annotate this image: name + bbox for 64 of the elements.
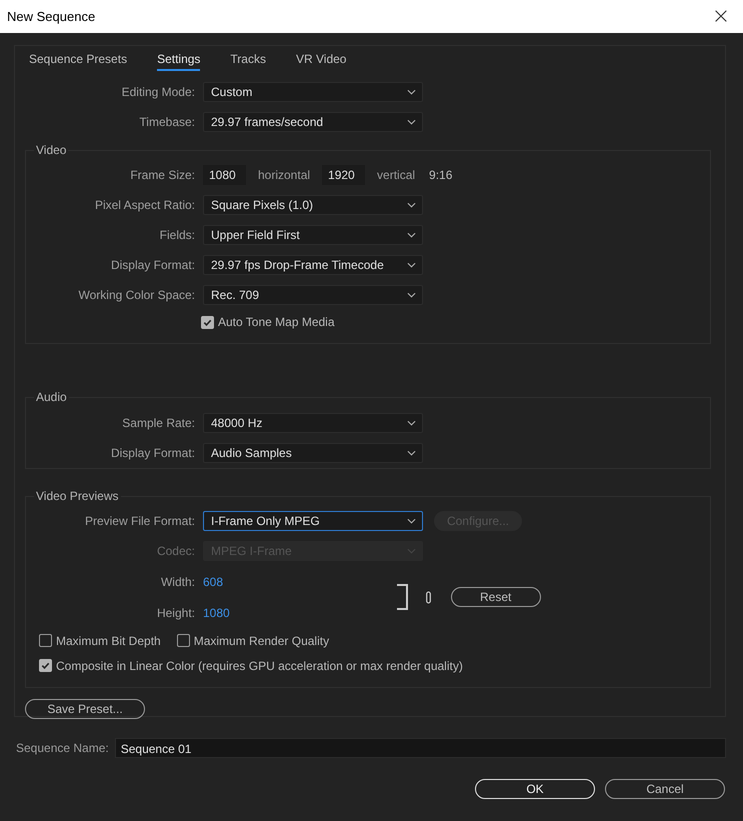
field-label: Working Color Space:	[78, 288, 196, 302]
dropdown[interactable]: 48000 Hz	[203, 413, 423, 433]
width-field[interactable]: 1080	[203, 165, 246, 185]
field-label: Fields:	[158, 228, 196, 242]
field-label: Codec:	[156, 544, 196, 558]
close-button[interactable]: ×	[699, 0, 743, 33]
field-label: Timebase:	[138, 115, 196, 129]
unit-label: horizontal	[258, 168, 310, 182]
dropdown[interactable]: 29.97 fps Drop-Frame Timecode	[203, 255, 423, 275]
field-label: Pixel Aspect Ratio:	[94, 198, 196, 212]
tab[interactable]: Sequence Presets	[29, 51, 128, 71]
height-field[interactable]: 1920	[322, 165, 366, 185]
aspect-ratio: 9:16	[429, 168, 452, 182]
height-value[interactable]: 1080	[203, 606, 230, 620]
chevron-icon	[407, 450, 416, 456]
checkbox-label: Maximum Bit Depth	[56, 634, 161, 648]
dropdown[interactable]: Audio Samples	[203, 443, 423, 463]
field-label: Editing Mode:	[120, 85, 196, 99]
checkbox[interactable]	[39, 634, 52, 647]
width-value[interactable]: 608	[203, 574, 224, 588]
field-label: Height:	[156, 606, 196, 620]
field-label: Sample Rate:	[121, 416, 196, 430]
chevron-icon	[407, 262, 416, 268]
section-title: Audio	[34, 390, 69, 404]
chevron-icon	[407, 292, 416, 298]
checkbox-label: Auto Tone Map Media	[218, 315, 335, 329]
chevron-icon	[407, 119, 416, 125]
chevron-icon	[407, 89, 416, 95]
checkbox[interactable]	[39, 659, 52, 672]
checkbox-label: Composite in Linear Color (requires GPU acceleration or max render quality)	[56, 658, 463, 672]
checkbox[interactable]	[201, 316, 214, 328]
dropdown[interactable]: 29.97 frames/second	[203, 112, 423, 132]
field-label: Sequence Name:	[16, 741, 109, 755]
chevron-icon	[407, 548, 416, 554]
tab[interactable]: VR Video	[296, 51, 346, 71]
field-label: Width:	[160, 574, 196, 588]
dropdown[interactable]: I-Frame Only MPEG	[203, 511, 423, 531]
dropdown[interactable]: Custom	[203, 82, 423, 102]
dropdown[interactable]: Rec. 709	[203, 285, 423, 305]
section-title: Video	[34, 143, 68, 157]
window-title: New Sequence	[7, 9, 96, 24]
bracket-icon	[396, 584, 410, 610]
checkmark-icon	[40, 660, 51, 671]
chevron-icon	[407, 202, 416, 208]
save-preset-button[interactable]: Save Preset...	[25, 699, 145, 719]
checkbox[interactable]	[176, 634, 190, 647]
tab[interactable]: Tracks	[230, 51, 266, 71]
dialog-button[interactable]: Cancel	[605, 779, 725, 799]
tab[interactable]: Settings	[157, 51, 200, 71]
sequence-name-field[interactable]: Sequence 01	[114, 738, 726, 758]
dialog-button[interactable]: OK	[475, 779, 595, 799]
chevron-icon	[407, 420, 416, 426]
field-label: Display Format:	[110, 446, 196, 460]
checkbox-label: Maximum Render Quality	[194, 634, 330, 648]
field-label: Preview File Format:	[84, 514, 196, 528]
section-title: Video Previews	[34, 489, 120, 503]
reset-button[interactable]: Reset	[450, 587, 541, 607]
chevron-icon	[407, 232, 416, 238]
field-label: Frame Size:	[129, 168, 196, 182]
dropdown[interactable]: Upper Field First	[203, 225, 423, 245]
unit-label: vertical	[377, 168, 416, 182]
field-label: Display Format:	[110, 258, 196, 272]
chevron-icon	[407, 518, 416, 524]
dropdown[interactable]: Square Pixels (1.0)	[203, 195, 423, 215]
